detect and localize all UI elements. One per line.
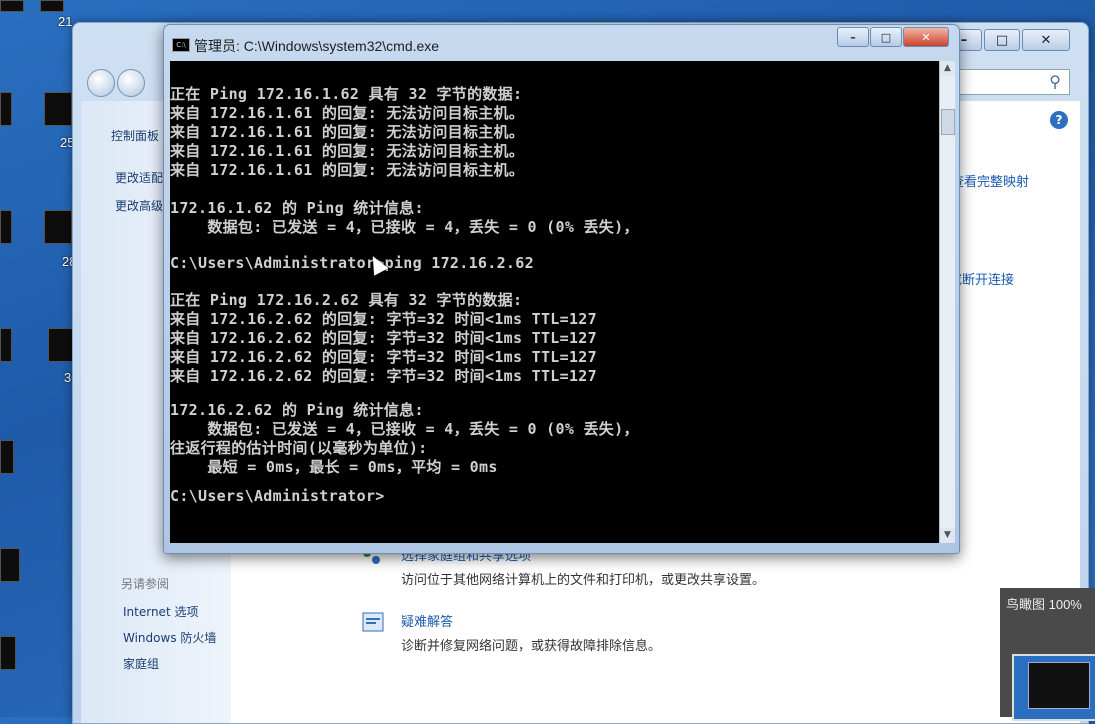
console-line: 来自 172.16.2.62 的回复: 字节=32 时间<1ms TTL=127 [170,329,597,347]
desktop-icon[interactable] [0,92,12,126]
maximize-button[interactable]: □ [984,29,1020,51]
console-line: 正在 Ping 172.16.1.62 具有 32 字节的数据: [170,85,523,103]
desktop-icon[interactable] [44,92,72,126]
console-line: C:\Users\Administrator>ping 172.16.2.62 [170,254,534,272]
desktop-icon[interactable] [0,210,12,244]
console-line: 来自 172.16.1.61 的回复: 无法访问目标主机。 [170,161,525,179]
overview-label: 鸟瞰图 100% [1006,597,1082,612]
troubleshoot-description: 诊断并修复网络问题，或获得故障排除信息。 [401,639,662,654]
desktop-icon[interactable] [0,328,12,362]
console-line: 往返行程的估计时间(以毫秒为单位): [170,439,428,457]
console-line: 来自 172.16.2.62 的回复: 字节=32 时间<1ms TTL=127 [170,310,597,328]
console-line: 数据包: 已发送 = 4，已接收 = 4，丢失 = 0 (0% 丢失)， [170,420,639,438]
sidebar-link-homegroup[interactable]: 家庭组 [123,655,159,672]
desktop-icon[interactable] [0,548,20,582]
console-line: 来自 172.16.1.61 的回复: 无法访问目标主机。 [170,123,525,141]
desktop-icon[interactable] [0,0,24,12]
forward-button[interactable] [117,69,145,97]
desktop-icon[interactable] [40,0,64,12]
troubleshoot-link[interactable]: 疑难解答 [401,611,453,630]
cmd-minimize-button[interactable]: – [837,27,869,47]
help-icon[interactable]: ? [1050,111,1068,129]
console-line: 正在 Ping 172.16.2.62 具有 32 字节的数据: [170,291,523,309]
overview-thumbnail[interactable] [1012,654,1095,721]
console-line: 来自 172.16.2.62 的回复: 字节=32 时间<1ms TTL=127 [170,367,597,385]
close-button[interactable]: ✕ [1022,29,1070,51]
cmd-app-icon: C:\ [172,38,190,52]
console-line: 数据包: 已发送 = 4，已接收 = 4，丢失 = 0 (0% 丢失)， [170,218,639,236]
cmd-title-buttons: – □ ✕ [837,27,949,47]
desktop-icon[interactable] [0,636,16,670]
view-full-map-link[interactable]: 查看完整映射 [951,171,1029,190]
cmd-window-title: 管理员: C:\Windows\system32\cmd.exe [194,38,440,54]
back-button[interactable] [87,69,115,97]
sidebar-home-link[interactable]: 控制面板 [111,127,159,144]
sidebar-link-change-adapter[interactable]: 更改适配 [115,169,163,186]
console-line: 最短 = 0ms，最长 = 0ms，平均 = 0ms [170,458,498,476]
cmd-close-button[interactable]: ✕ [903,27,949,47]
see-also-heading: 另请参阅 [121,577,170,591]
overview-window-preview [1028,662,1090,709]
console-line: 172.16.2.62 的 Ping 统计信息: [170,401,424,419]
control-panel-title-buttons: – □ ✕ [946,29,1070,51]
console-line: 来自 172.16.2.62 的回复: 字节=32 时间<1ms TTL=127 [170,348,597,366]
scroll-down-arrow-icon[interactable]: ▼ [940,528,955,543]
sidebar-link-firewall[interactable]: Windows 防火墙 [123,629,216,646]
scroll-up-arrow-icon[interactable]: ▲ [940,61,955,76]
cmd-console[interactable]: 正在 Ping 172.16.1.62 具有 32 字节的数据: 来自 172.… [170,61,939,543]
homegroup-description: 访问位于其他网络计算机上的文件和打印机，或更改共享设置。 [401,573,766,588]
cmd-maximize-button[interactable]: □ [870,27,902,47]
search-input[interactable]: ⚲ [948,69,1070,95]
search-icon: ⚲ [1049,72,1061,91]
console-line: 172.16.1.62 的 Ping 统计信息: [170,199,424,217]
cmd-vertical-scrollbar[interactable]: ▲ ▼ [939,61,955,543]
troubleshoot-icon [361,611,384,633]
console-prompt: C:\Users\Administrator> [170,487,385,505]
cmd-window: C:\ 管理员: C:\Windows\system32\cmd.exe – □… [163,24,960,554]
sidebar-link-change-advanced[interactable]: 更改高级 [115,197,163,214]
desktop-icon-label: 21 [58,14,73,29]
desktop-icon[interactable] [44,210,72,244]
cmd-titlebar[interactable]: C:\ 管理员: C:\Windows\system32\cmd.exe – □… [164,25,959,61]
scroll-thumb[interactable] [941,109,955,135]
console-line: 来自 172.16.1.61 的回复: 无法访问目标主机。 [170,142,525,160]
desktop-icon[interactable] [0,440,14,474]
console-line: 来自 172.16.1.61 的回复: 无法访问目标主机。 [170,104,525,122]
overview-panel: 鸟瞰图 100% [1000,588,1095,721]
sidebar-link-internet-options[interactable]: Internet 选项 [123,603,198,620]
